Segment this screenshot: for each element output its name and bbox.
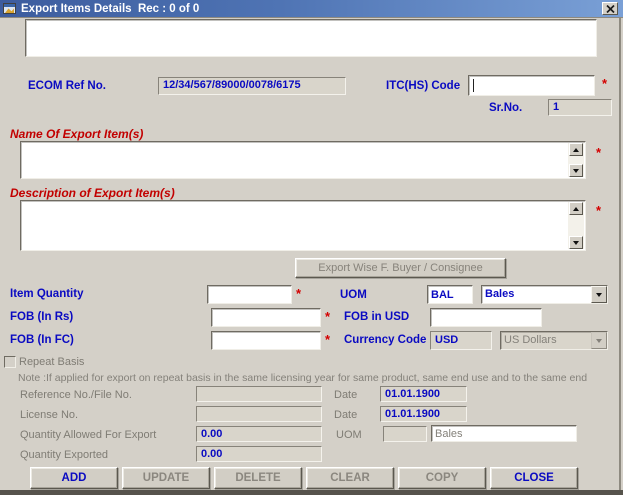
- description-scrollbar[interactable]: [568, 202, 584, 249]
- uom-label: UOM: [340, 289, 367, 301]
- uom-code-input[interactable]: [427, 285, 473, 304]
- uom-bottom-name-field[interactable]: [431, 425, 577, 442]
- uom-combo-value: Bales: [485, 288, 515, 300]
- repeat-basis-label: Repeat Basis: [19, 356, 85, 368]
- itc-hs-input[interactable]: [468, 75, 595, 96]
- clear-button: CLEAR: [306, 467, 394, 489]
- reference-no-label: Reference No./File No.: [20, 389, 132, 401]
- header-textbox[interactable]: [25, 19, 597, 57]
- license-no-field: [196, 406, 322, 422]
- uom-bottom-label: UOM: [336, 429, 362, 441]
- qty-exported-field: 0.00: [196, 446, 322, 462]
- qty-exported-label: Quantity Exported: [20, 449, 109, 461]
- scroll-down-icon[interactable]: [569, 236, 583, 249]
- fob-usd-label: FOB in USD: [344, 311, 410, 323]
- license-date-field: 01.01.1900: [380, 406, 467, 422]
- itc-hs-code-label: ITC(HS) Code: [386, 80, 461, 92]
- update-button: UPDATE: [122, 467, 210, 489]
- currency-combo-dropdown-icon: [591, 332, 607, 349]
- name-textarea-content: [24, 144, 565, 176]
- scroll-up-icon[interactable]: [569, 202, 583, 215]
- srno-label: Sr.No.: [489, 102, 523, 114]
- export-wise-buyer-consignee-button: Export Wise F. Buyer / Consignee: [295, 258, 506, 278]
- description-textarea[interactable]: [20, 200, 586, 251]
- window-border-bottom: [0, 490, 623, 495]
- scroll-down-icon[interactable]: [569, 164, 583, 177]
- repeat-basis-checkbox: [4, 356, 16, 368]
- fob-rs-input[interactable]: [211, 308, 321, 327]
- license-date-label: Date: [334, 409, 358, 421]
- item-quantity-label: Item Quantity: [10, 288, 84, 300]
- export-items-details-window: Export Items Details Rec : 0 of 0 ECOM R…: [0, 0, 623, 495]
- fob-usd-input[interactable]: [430, 308, 542, 327]
- ecom-ref-label: ECOM Ref No.: [28, 80, 106, 92]
- scroll-up-icon[interactable]: [569, 143, 583, 156]
- description-label: Description of Export Item(s): [10, 186, 175, 200]
- uom-combo-dropdown-icon[interactable]: [591, 286, 607, 303]
- close-button[interactable]: CLOSE: [490, 467, 578, 489]
- currency-combo-value: US Dollars: [504, 334, 557, 346]
- currency-code-label: Currency Code: [344, 334, 427, 346]
- window-border-right: [619, 18, 621, 490]
- name-of-export-label: Name Of Export Item(s): [10, 127, 144, 141]
- name-scrollbar[interactable]: [568, 143, 584, 177]
- description-textarea-content: [24, 203, 565, 248]
- ecom-ref-field: 12/34/567/89000/0078/6175: [158, 77, 346, 95]
- description-required-asterisk: *: [596, 203, 602, 218]
- close-icon[interactable]: [602, 2, 618, 15]
- fob-rs-label: FOB (In Rs): [10, 311, 74, 323]
- name-required-asterisk: *: [596, 145, 602, 160]
- titlebar: Export Items Details Rec : 0 of 0: [0, 0, 623, 18]
- fob-fc-required-asterisk: *: [325, 332, 331, 347]
- name-textarea[interactable]: [20, 141, 586, 179]
- uom-bottom-code-field: [383, 426, 427, 442]
- app-icon[interactable]: [3, 2, 16, 15]
- qty-allowed-label: Quantity Allowed For Export: [20, 429, 157, 441]
- srno-field: 1: [548, 99, 612, 116]
- fob-rs-required-asterisk: *: [325, 309, 331, 324]
- item-quantity-required-asterisk: *: [296, 286, 302, 301]
- add-button[interactable]: ADD: [30, 467, 118, 489]
- license-no-label: License No.: [20, 409, 79, 421]
- reference-no-field: [196, 386, 322, 402]
- uom-combo[interactable]: Bales: [481, 285, 608, 304]
- itc-required-asterisk: *: [602, 76, 608, 91]
- copy-button: COPY: [398, 467, 486, 489]
- window-title: Export Items Details Rec : 0 of 0: [21, 2, 200, 15]
- reference-date-label: Date: [334, 389, 358, 401]
- repeat-basis-note: Note :If applied for export on repeat ba…: [18, 372, 588, 384]
- fob-fc-input[interactable]: [211, 331, 321, 350]
- currency-code-field: USD: [430, 331, 492, 350]
- delete-button: DELETE: [214, 467, 302, 489]
- fob-fc-label: FOB (In FC): [10, 334, 74, 346]
- qty-allowed-field: 0.00: [196, 426, 322, 442]
- reference-date-field: 01.01.1900: [380, 386, 467, 402]
- text-caret: [473, 79, 474, 92]
- item-quantity-input[interactable]: [207, 285, 292, 304]
- currency-combo: US Dollars: [500, 331, 608, 350]
